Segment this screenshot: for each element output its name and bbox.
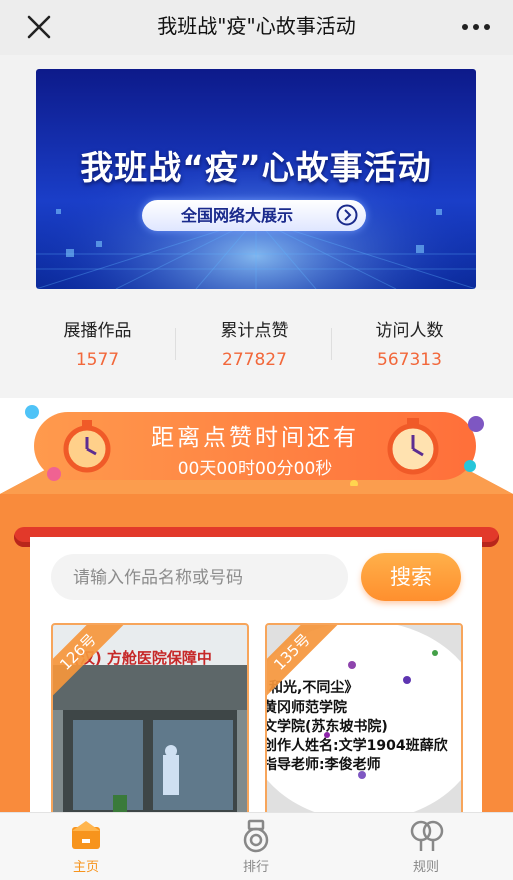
work-text-line: 指导老师:李俊老师 [265,757,381,773]
top-nav-bar: 我班战"疫"心故事活动 [0,0,513,55]
stat-likes: 累计点赞 277827 [169,290,340,398]
stat-works: 展播作品 1577 [12,290,183,398]
tab-label: 排行 [242,860,269,875]
tab-ranking[interactable]: 排行 [201,813,311,880]
work-text-line: 黄冈师范学院 [265,700,347,716]
arrow-right-icon [336,204,358,226]
showcase-button-label: 全国网络大展示 [180,206,293,225]
stat-value: 277827 [222,350,287,370]
stats-bar: 展播作品 1577 累计点赞 277827 访问人数 567313 [0,290,513,398]
work-text-line: 和光,不同尘》 [269,680,359,696]
bottom-tab-bar: 主页 排行 规则 [0,812,513,880]
search-input[interactable] [71,554,335,602]
stat-visitors: 访问人数 567313 [324,290,495,398]
work-card[interactable]: (汉) 方舱医院保障中 126号 [51,623,249,817]
tab-label: 主页 [72,860,99,875]
home-icon [72,821,100,849]
search-button[interactable]: 搜索 [361,553,461,601]
showcase-button[interactable]: 全国网络大展示 [142,200,366,231]
page-title: 我班战"疫"心故事活动 [157,14,356,38]
more-icon[interactable] [461,22,491,32]
countdown-timer: 00天00时00分00秒 [177,459,333,479]
countdown-title: 距离点赞时间还有 [151,425,359,451]
stat-label: 展播作品 [63,321,132,341]
work-card[interactable]: 和光,不同尘》 黄冈师范学院 文学院(苏东坡书院) 创作人姓名:文学1904班薛… [265,623,463,817]
tab-label: 规则 [412,860,439,875]
activity-banner[interactable]: 我班战“疫”心故事活动 全国网络大展示 [36,69,476,289]
stat-label: 访问人数 [375,321,444,341]
work-text-line: 文学院(苏东坡书院) [265,719,388,735]
banner-title: 我班战“疫”心故事活动 [80,148,432,187]
work-text-line: 创作人姓名:文学1904班薛欣 [265,738,448,754]
tab-rules[interactable]: 规则 [371,813,481,880]
stat-value: 1577 [75,350,120,370]
rules-icon [410,820,444,851]
medal-icon [243,819,269,853]
stat-value: 567313 [377,350,442,370]
stat-label: 累计点赞 [220,321,289,341]
search-box[interactable] [51,554,348,602]
tab-home[interactable]: 主页 [31,813,141,880]
